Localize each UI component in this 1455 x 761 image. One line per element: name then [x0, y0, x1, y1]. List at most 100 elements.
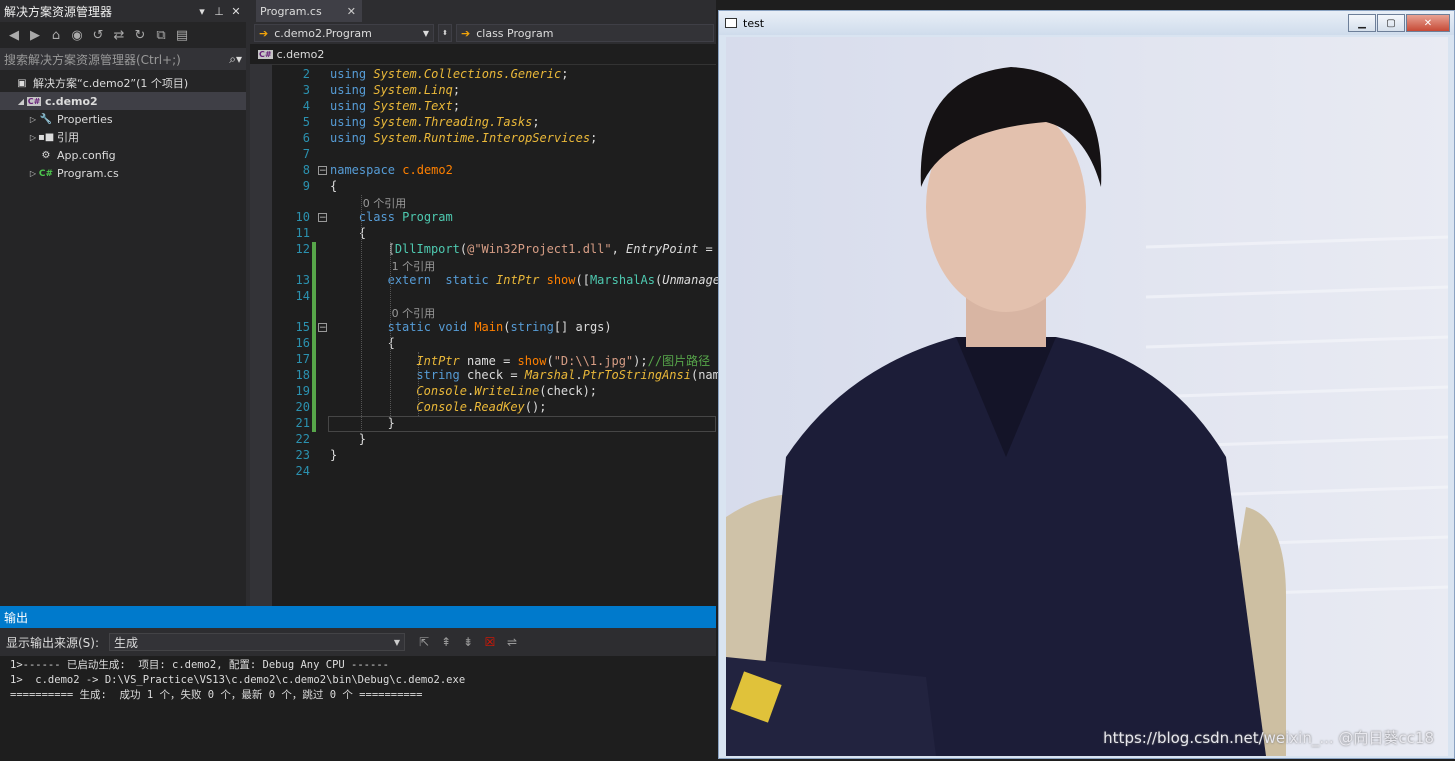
home-icon[interactable]: ⌂ [48, 28, 64, 43]
solution-search-input[interactable]: 搜索解决方案资源管理器(Ctrl+;) [4, 51, 181, 68]
change-indicator [312, 242, 316, 432]
code-line[interactable]: Console.ReadKey(); [416, 400, 546, 414]
sync-icon[interactable]: ⇄ [111, 28, 127, 43]
code-token: , [611, 242, 627, 256]
tree-item[interactable]: ▷ C# Program.cs [0, 164, 246, 182]
image-window-title: test [743, 16, 765, 30]
code-line[interactable]: using System.Runtime.InteropServices; [330, 131, 597, 145]
close-button[interactable]: ✕ [1406, 14, 1450, 32]
portrait-photo [726, 37, 1448, 756]
displayed-photo: https://blog.csdn.net/weixin_... @向日葵cc1… [726, 37, 1448, 756]
code-line[interactable]: { [330, 179, 337, 193]
tab-program-cs[interactable]: Program.cs ✕ [256, 0, 362, 22]
search-icon[interactable]: ⌕▾ [229, 52, 242, 67]
word-wrap-icon[interactable]: ⇌ [503, 635, 521, 649]
watermark-text: https://blog.csdn.net/weixin_... @向日葵cc1… [1103, 729, 1434, 747]
output-text[interactable]: 1>------ 已启动生成: 项目: c.demo2, 配置: Debug A… [0, 656, 716, 761]
expand-arrow-icon[interactable]: ◢ [16, 97, 26, 106]
expand-arrow-icon[interactable]: ▷ [28, 133, 38, 142]
output-source-select[interactable]: 生成 ▼ [109, 633, 406, 651]
globe-icon[interactable]: ◉ [69, 28, 85, 43]
pin-icon[interactable]: ⊥ [212, 5, 226, 18]
member-dropdown[interactable]: ➔ class Program [456, 24, 714, 42]
collapse-icon[interactable]: − [318, 323, 327, 333]
split-icon[interactable]: ⬍ [438, 24, 452, 42]
forward-icon[interactable]: ▶ [27, 28, 43, 43]
next-message-icon[interactable]: ⇟ [459, 635, 477, 649]
refresh-icon[interactable]: ↻ [132, 28, 148, 43]
code-line[interactable]: Console.WriteLine(check); [416, 384, 597, 398]
editor-tab-bar: Program.cs ✕ [250, 0, 716, 22]
code-token: System.Runtime.InteropServices [373, 131, 591, 145]
tree-item[interactable]: ▷ ▪■ 引用 [0, 128, 246, 146]
codelens-references[interactable]: 0 个引用 [392, 305, 436, 321]
wrench-icon: 🔧 [39, 113, 53, 125]
type-dropdown[interactable]: ➔ c.demo2.Program ▼ [254, 24, 434, 42]
chevron-down-icon: ▼ [422, 28, 429, 38]
code-line[interactable]: } [388, 416, 395, 430]
solution-search-box[interactable]: 搜索解决方案资源管理器(Ctrl+;) ⌕▾ [0, 48, 246, 70]
code-token: string [510, 320, 554, 334]
code-line[interactable]: using System.Text; [330, 99, 460, 113]
history-icon[interactable]: ↺ [90, 28, 106, 43]
goto-error-icon[interactable]: ⇱ [415, 635, 433, 649]
tree-item[interactable]: ▣ 解决方案“c.demo2”(1 个项目) [0, 74, 246, 92]
code-line[interactable]: namespace c.demo2 [330, 163, 453, 177]
collapse-icon[interactable]: − [318, 166, 327, 176]
code-line[interactable]: } [359, 432, 366, 446]
output-toolbar: 显示输出来源(S): 生成 ▼ ⇱ ⇞ ⇟ ☒ ⇌ [0, 628, 716, 656]
expand-arrow-icon[interactable]: ▷ [28, 115, 38, 124]
line-number: 10 [295, 210, 310, 224]
code-line[interactable]: using System.Threading.Tasks; [330, 115, 540, 129]
code-area[interactable]: 2 using System.Collections.Generic; 3 using… [250, 64, 734, 606]
code-line[interactable]: using System.Linq; [330, 83, 460, 97]
line-number: 5 [302, 115, 310, 129]
properties-icon[interactable]: ▤ [174, 28, 190, 43]
clear-all-icon[interactable]: ☒ [481, 635, 499, 649]
indent-guide [389, 242, 391, 416]
code-token: using [330, 131, 367, 145]
code-token: extern [387, 273, 431, 287]
solution-tree: ▣ 解决方案“c.demo2”(1 个项目) ◢ C# c.demo2 ▷ 🔧 Propert… [0, 74, 246, 182]
tree-item[interactable]: ◢ C# c.demo2 [0, 92, 246, 110]
collapse-all-icon[interactable]: ⧉ [153, 28, 169, 43]
code-token: string [416, 368, 460, 382]
line-number: 11 [295, 226, 310, 240]
indicator-margin [250, 64, 272, 606]
line-number: 3 [302, 83, 310, 97]
collapse-icon[interactable]: − [318, 213, 327, 223]
tree-item-label: c.demo2 [45, 94, 98, 108]
code-token: (); [524, 400, 547, 414]
dropdown-icon[interactable]: ▾ [195, 5, 209, 18]
code-token: System.Text [373, 99, 453, 113]
codelens-references[interactable]: 0 个引用 [363, 195, 407, 211]
codelens-references[interactable]: 1 个引用 [392, 258, 436, 274]
code-line[interactable]: class Program [359, 210, 453, 224]
maximize-button[interactable]: ▢ [1377, 14, 1405, 32]
code-line[interactable]: } [330, 448, 337, 462]
code-token: System.Collections.Generic [373, 67, 562, 81]
code-line[interactable]: string check = Marshal.PtrToStringAnsi(n… [416, 368, 734, 382]
expand-arrow-icon[interactable]: ▷ [28, 169, 38, 178]
type-dropdown-value: c.demo2.Program [274, 26, 372, 40]
close-tab-icon[interactable]: ✕ [347, 5, 356, 18]
tree-item[interactable]: ▷ 🔧 Properties [0, 110, 246, 128]
close-icon[interactable]: ✕ [229, 5, 243, 18]
back-icon[interactable]: ◀ [6, 28, 22, 43]
code-line[interactable]: IntPtr name = show("D:\\1.jpg");//图片路径 [416, 352, 710, 369]
minimize-button[interactable]: ▁ [1348, 14, 1376, 32]
line-number: 14 [295, 289, 310, 303]
window-app-icon [725, 18, 737, 28]
solution-explorer-title: 解决方案资源管理器 [4, 4, 113, 19]
tree-item[interactable]: ⚙ App.config [0, 146, 246, 164]
previous-message-icon[interactable]: ⇞ [437, 635, 455, 649]
code-line[interactable]: extern static IntPtr show([MarshalAs(Unm… [388, 273, 735, 287]
code-line[interactable]: [DllImport(@"Win32Project1.dll", EntryPo… [388, 242, 735, 256]
line-number: 6 [302, 131, 310, 145]
code-line[interactable]: static void Main(string[] args) [388, 320, 612, 334]
line-number: 19 [295, 384, 310, 398]
code-token: show [546, 273, 576, 287]
image-window-title-bar[interactable]: test ▁ ▢ ✕ [719, 11, 1454, 35]
code-line[interactable]: using System.Collections.Generic; [330, 67, 568, 81]
code-token: ReadKey [474, 400, 525, 414]
